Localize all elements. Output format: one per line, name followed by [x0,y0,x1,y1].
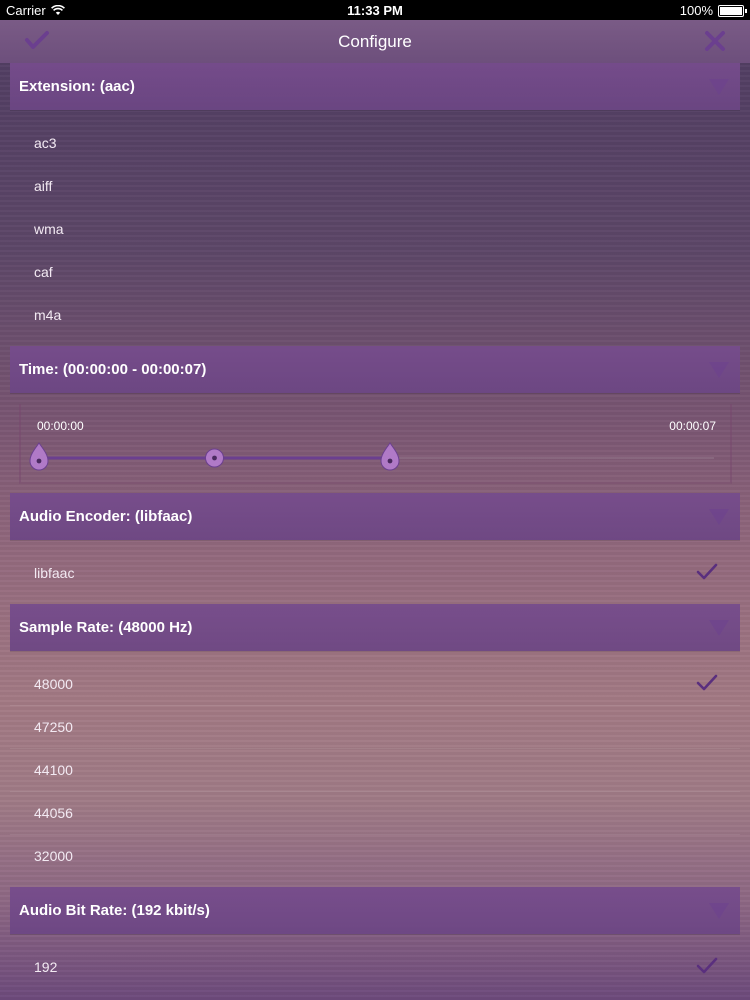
chevron-down-icon [709,79,729,95]
option-label: ac3 [34,135,57,151]
list-item-32000[interactable]: 32000 [10,835,740,877]
section-header-audio-bit-rate[interactable]: Audio Bit Rate: (192 kbit/s) [10,887,740,934]
section-header-audio-encoder[interactable]: Audio Encoder: (libfaac) [10,493,740,540]
section-label-sample-rate: Sample Rate: (48000 Hz) [19,619,193,636]
checkmark-icon [696,674,718,691]
status-time: 11:33 PM [347,3,403,18]
range-end-handle[interactable] [380,442,400,471]
option-label: 32000 [34,848,73,864]
section-label-time: Time: (00:00:00 - 00:00:07) [19,361,207,378]
list-item-192[interactable]: 192 [10,946,740,988]
chevron-down-icon [709,620,729,636]
time-range-panel: 00:00:00 00:00:07 [19,404,732,484]
list-item-wma[interactable]: wma [10,208,740,250]
option-label: 48000 [34,676,73,692]
list-item-libfaac[interactable]: libfaac [10,552,740,594]
section-label-audio-encoder: Audio Encoder: (libfaac) [19,508,193,525]
option-label: wma [34,221,64,237]
section-label-audio-bit-rate: Audio Bit Rate: (192 kbit/s) [19,902,210,919]
option-label: caf [34,264,53,280]
battery-percent: 100% [679,3,713,18]
status-bar: Carrier 11:33 PM 100% [0,0,750,20]
section-header-sample-rate[interactable]: Sample Rate: (48000 Hz) [10,604,740,651]
option-label: 192 [34,959,58,975]
list-item-aiff[interactable]: aiff [10,165,740,207]
time-end-label: 00:00:07 [669,419,716,433]
checkmark-icon [696,957,718,974]
list-item-m4a[interactable]: m4a [10,294,740,336]
option-label: 47250 [34,719,73,735]
section-header-extension[interactable]: Extension: (aac) [10,63,740,110]
list-item-47250[interactable]: 47250 [10,706,740,749]
list-item-caf[interactable]: caf [10,251,740,293]
section-header-time[interactable]: Time: (00:00:00 - 00:00:07) [10,346,740,393]
list-item-44056[interactable]: 44056 [10,792,740,835]
option-label: 44056 [34,805,73,821]
option-label: 44100 [34,762,73,778]
option-label: libfaac [34,565,75,581]
chevron-down-icon [709,509,729,525]
battery-icon [718,4,747,17]
option-label: aiff [34,178,53,194]
list-item-ac3[interactable]: ac3 [10,122,740,164]
close-icon [705,31,725,51]
page-title: Configure [338,32,412,51]
close-button[interactable] [702,28,728,54]
playhead-handle[interactable] [205,448,224,468]
checkmark-icon [696,563,718,580]
status-right: 100% [679,3,747,18]
chevron-down-icon [709,362,729,378]
time-start-label: 00:00:00 [37,419,84,433]
option-label: m4a [34,307,62,323]
list-item-48000[interactable]: 48000 [10,663,740,706]
section-label-extension: Extension: (aac) [19,78,135,95]
time-range-slider[interactable] [21,434,730,474]
range-start-handle[interactable] [29,442,49,471]
list-item-44100[interactable]: 44100 [10,749,740,792]
chevron-down-icon [709,903,729,919]
nav-bar: Configure [0,20,750,63]
